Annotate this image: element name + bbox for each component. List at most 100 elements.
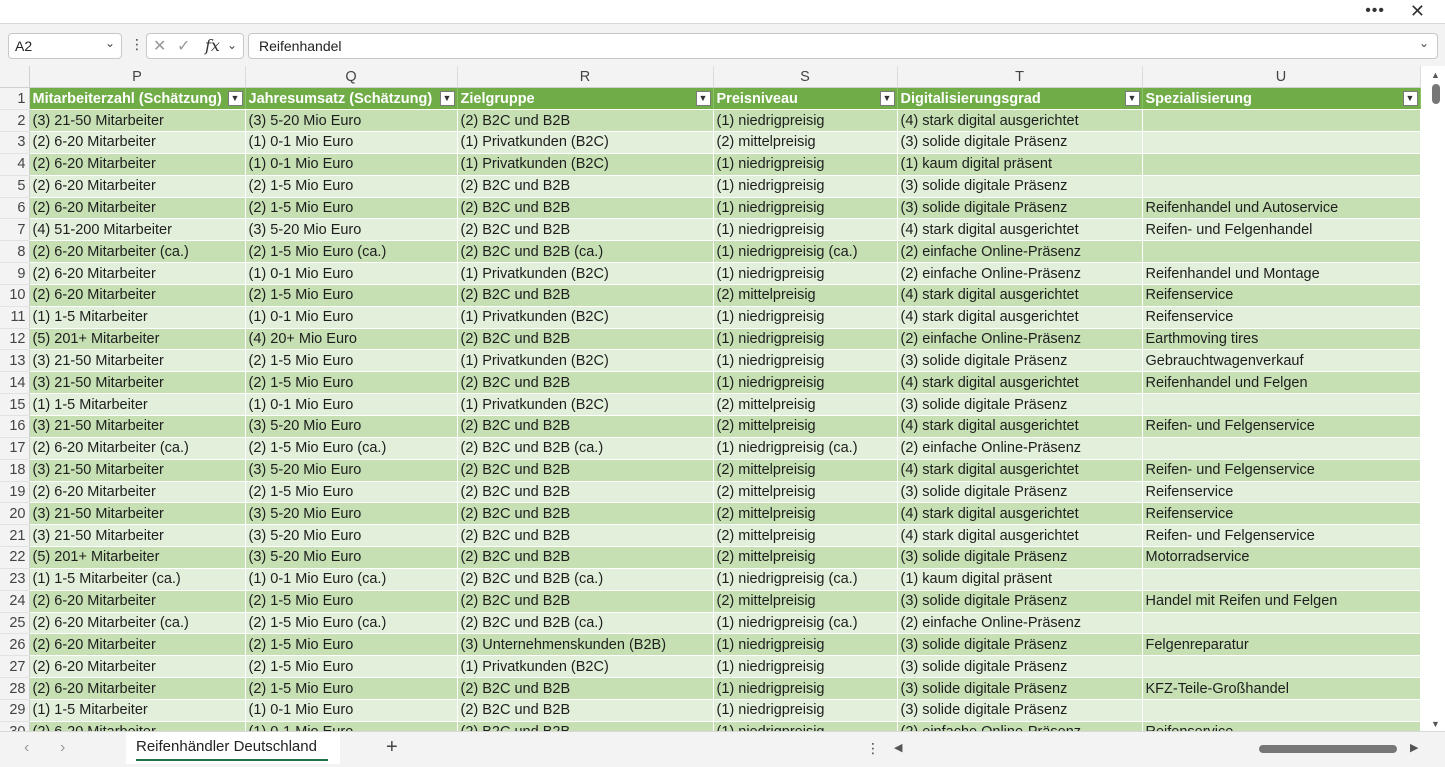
filter-dropdown-icon[interactable]: ▼ — [439, 91, 455, 107]
table-cell[interactable]: (3) solide digitale Präsenz — [897, 546, 1143, 569]
table-cell[interactable]: (3) solide digitale Präsenz — [897, 655, 1143, 679]
table-cell[interactable]: (1) niedrigpreisig — [713, 153, 898, 176]
table-cell[interactable]: Motorradservice — [1142, 546, 1421, 569]
table-cell[interactable]: (5) 201+ Mitarbeiter — [29, 328, 246, 351]
table-cell[interactable]: Reifen- und Felgenservice — [1142, 415, 1421, 438]
row-header[interactable]: 19 — [0, 481, 30, 504]
row-header[interactable]: 8 — [0, 240, 30, 264]
table-header-cell[interactable]: Digitalisierungsgrad ▼ — [897, 87, 1143, 111]
table-cell[interactable]: (1) niedrigpreisig — [713, 197, 898, 220]
table-cell[interactable]: (3) 21-50 Mitarbeiter — [29, 415, 246, 438]
row-header[interactable]: 5 — [0, 175, 30, 198]
table-cell[interactable] — [1142, 699, 1421, 722]
table-cell[interactable]: (2) B2C und B2B — [457, 721, 714, 731]
table-cell[interactable]: (3) 5-20 Mio Euro — [245, 415, 458, 438]
table-cell[interactable]: (3) solide digitale Präsenz — [897, 197, 1143, 220]
row-header[interactable]: 27 — [0, 655, 30, 679]
formula-input[interactable]: Reifenhandel ⌄ — [248, 33, 1438, 59]
table-cell[interactable]: (1) 0-1 Mio Euro — [245, 721, 458, 731]
table-cell[interactable]: (2) 1-5 Mio Euro — [245, 197, 458, 220]
table-cell[interactable] — [1142, 655, 1421, 679]
table-cell[interactable]: (2) mittelpreisig — [713, 284, 898, 307]
row-header[interactable]: 16 — [0, 415, 30, 438]
table-cell[interactable]: Reifenhandel und Autoservice — [1142, 197, 1421, 220]
table-cell[interactable]: (4) stark digital ausgerichtet — [897, 306, 1143, 329]
table-cell[interactable]: (3) solide digitale Präsenz — [897, 393, 1143, 416]
table-cell[interactable]: (1) 0-1 Mio Euro — [245, 262, 458, 285]
table-cell[interactable]: (2) 6-20 Mitarbeiter — [29, 677, 246, 700]
row-header[interactable]: 3 — [0, 131, 30, 154]
table-cell[interactable]: (2) 6-20 Mitarbeiter (ca.) — [29, 612, 246, 635]
table-cell[interactable]: (2) B2C und B2B (ca.) — [457, 612, 714, 635]
table-cell[interactable]: (3) 21-50 Mitarbeiter — [29, 371, 246, 395]
table-cell[interactable]: (1) 0-1 Mio Euro — [245, 699, 458, 722]
table-cell[interactable]: (2) 6-20 Mitarbeiter — [29, 197, 246, 220]
scroll-left-icon[interactable]: ◀ — [894, 741, 902, 754]
table-cell[interactable]: (2) einfache Online-Präsenz — [897, 328, 1143, 351]
table-cell[interactable]: Reifenservice — [1142, 502, 1421, 526]
table-cell[interactable]: (2) 1-5 Mio Euro — [245, 655, 458, 679]
table-cell[interactable]: (4) stark digital ausgerichtet — [897, 415, 1143, 438]
table-cell[interactable]: (3) solide digitale Präsenz — [897, 633, 1143, 657]
table-cell[interactable] — [1142, 437, 1421, 460]
table-cell[interactable]: (3) solide digitale Präsenz — [897, 481, 1143, 504]
table-cell[interactable]: (3) 21-50 Mitarbeiter — [29, 109, 246, 133]
table-cell[interactable]: (1) niedrigpreisig — [713, 721, 898, 731]
row-header[interactable]: 11 — [0, 306, 30, 329]
table-cell[interactable]: (1) niedrigpreisig — [713, 262, 898, 285]
table-cell[interactable]: (2) B2C und B2B — [457, 502, 714, 526]
table-cell[interactable]: (3) 21-50 Mitarbeiter — [29, 502, 246, 526]
column-header-q[interactable]: Q — [245, 66, 458, 89]
table-cell[interactable]: (3) 5-20 Mio Euro — [245, 524, 458, 548]
table-cell[interactable]: (1) niedrigpreisig (ca.) — [713, 612, 898, 635]
column-header-s[interactable]: S — [713, 66, 898, 89]
table-cell[interactable]: (3) 5-20 Mio Euro — [245, 218, 458, 242]
table-cell[interactable]: (2) einfache Online-Präsenz — [897, 721, 1143, 731]
table-cell[interactable]: Earthmoving tires — [1142, 328, 1421, 351]
table-cell[interactable]: (1) Privatkunden (B2C) — [457, 655, 714, 679]
table-cell[interactable]: (4) stark digital ausgerichtet — [897, 218, 1143, 242]
table-cell[interactable]: Reifenhandel und Montage — [1142, 262, 1421, 285]
column-header-r[interactable]: R — [457, 66, 714, 89]
table-cell[interactable]: (2) B2C und B2B — [457, 677, 714, 700]
table-cell[interactable]: (4) stark digital ausgerichtet — [897, 109, 1143, 133]
table-cell[interactable]: (1) 0-1 Mio Euro — [245, 153, 458, 176]
table-cell[interactable]: (3) solide digitale Präsenz — [897, 699, 1143, 722]
name-box[interactable]: A2 ⌄ — [8, 33, 122, 59]
table-cell[interactable]: (4) 20+ Mio Euro — [245, 328, 458, 351]
scroll-right-icon[interactable]: ▶ — [1410, 741, 1418, 754]
table-cell[interactable]: (2) B2C und B2B — [457, 524, 714, 548]
table-cell[interactable]: (1) kaum digital präsent — [897, 568, 1143, 591]
table-header-cell[interactable]: Spezialisierung ▼ — [1142, 87, 1421, 111]
table-cell[interactable]: (2) einfache Online-Präsenz — [897, 437, 1143, 460]
chevron-down-icon[interactable]: ⌄ — [105, 36, 115, 50]
table-cell[interactable]: (1) niedrigpreisig — [713, 677, 898, 700]
table-cell[interactable]: (1) niedrigpreisig — [713, 218, 898, 242]
row-header[interactable]: 15 — [0, 393, 30, 416]
table-cell[interactable]: Handel mit Reifen und Felgen — [1142, 590, 1421, 613]
table-cell[interactable]: (2) mittelpreisig — [713, 459, 898, 482]
row-header[interactable]: 18 — [0, 459, 30, 482]
table-cell[interactable]: (3) 21-50 Mitarbeiter — [29, 459, 246, 482]
table-cell[interactable]: (3) 5-20 Mio Euro — [245, 546, 458, 569]
table-cell[interactable]: (2) mittelpreisig — [713, 481, 898, 504]
row-header[interactable]: 7 — [0, 218, 30, 242]
table-cell[interactable]: (2) B2C und B2B — [457, 546, 714, 569]
table-cell[interactable]: (2) 1-5 Mio Euro — [245, 371, 458, 395]
table-cell[interactable]: (3) 21-50 Mitarbeiter — [29, 349, 246, 373]
table-cell[interactable]: (2) B2C und B2B — [457, 284, 714, 307]
table-cell[interactable]: (2) 1-5 Mio Euro — [245, 481, 458, 504]
table-cell[interactable]: (2) mittelpreisig — [713, 590, 898, 613]
table-cell[interactable]: (2) B2C und B2B — [457, 371, 714, 395]
table-cell[interactable]: Reifen- und Felgenservice — [1142, 459, 1421, 482]
table-cell[interactable]: (2) 6-20 Mitarbeiter — [29, 153, 246, 176]
filter-dropdown-icon[interactable]: ▼ — [1402, 91, 1418, 107]
table-cell[interactable]: Reifenservice — [1142, 306, 1421, 329]
row-header[interactable]: 23 — [0, 568, 30, 591]
table-cell[interactable]: (2) B2C und B2B — [457, 415, 714, 438]
filter-dropdown-icon[interactable]: ▼ — [1124, 91, 1140, 107]
table-cell[interactable] — [1142, 131, 1421, 154]
close-icon[interactable]: ✕ — [1410, 1, 1425, 22]
row-header[interactable]: 17 — [0, 437, 30, 460]
table-cell[interactable]: (2) mittelpreisig — [713, 502, 898, 526]
